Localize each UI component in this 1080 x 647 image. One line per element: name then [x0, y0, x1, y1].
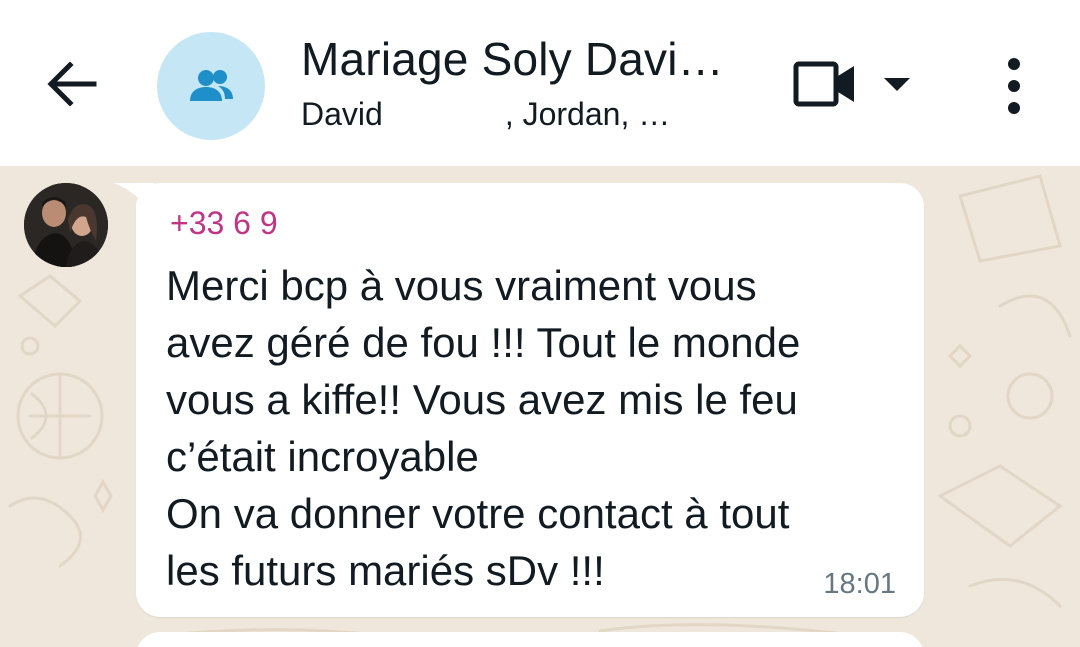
message-text: Merci bcp à vous vraiment vous avez géré… — [166, 262, 801, 594]
message-timestamp: 18:01 — [823, 568, 896, 600]
participant-first: David — [301, 96, 383, 132]
chat-header: Mariage Soly Davi… David , Jordan, … — [0, 0, 1080, 166]
redacted-phone-digits — [296, 203, 586, 249]
back-button[interactable] — [40, 52, 104, 116]
video-call-button[interactable] — [790, 58, 860, 110]
participant-rest: , Jordan, … — [504, 96, 671, 132]
chat-title-block[interactable]: Mariage Soly Davi… David , Jordan, … — [301, 30, 761, 136]
group-icon — [190, 70, 233, 101]
redacted-surname — [384, 101, 503, 132]
sender-phone-number[interactable]: +33 6 9 — [170, 205, 278, 242]
chat-title: Mariage Soly Davi… — [301, 33, 724, 85]
call-options-dropdown[interactable] — [880, 70, 914, 98]
message-bubble[interactable]: +33 6 9 Merci bcp à vous vraiment vous a… — [136, 183, 924, 617]
dropdown-caret-icon — [884, 78, 910, 91]
video-call-icon — [793, 61, 854, 107]
chat-area[interactable]: +33 6 9 Merci bcp à vous vraiment vous a… — [0, 166, 1080, 647]
more-options-button[interactable] — [996, 54, 1032, 118]
next-message-bubble[interactable] — [136, 632, 924, 647]
group-avatar[interactable] — [157, 32, 265, 140]
more-vert-icon — [1008, 58, 1020, 114]
back-arrow-icon — [47, 62, 97, 106]
profile-photo — [24, 183, 108, 267]
chat-participants: David , Jordan, … — [301, 92, 761, 136]
sender-avatar[interactable] — [24, 183, 108, 267]
